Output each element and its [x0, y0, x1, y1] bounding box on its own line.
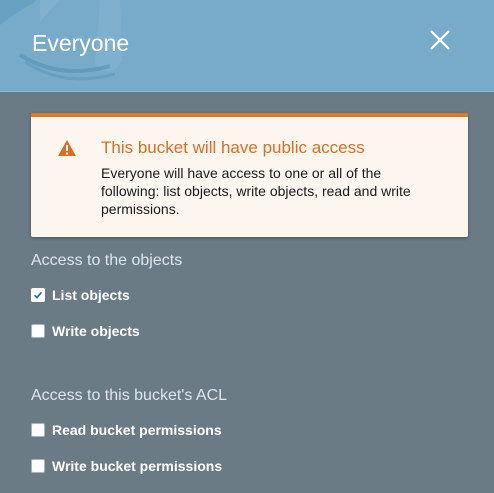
warning-title: This bucket will have public access — [101, 138, 365, 157]
dialog-title: Everyone — [32, 30, 130, 56]
write-objects-label: Write objects — [52, 323, 140, 339]
close-icon — [430, 30, 450, 50]
list-objects-label: List objects — [52, 287, 130, 303]
dialog-header: Everyone — [0, 0, 494, 92]
write-objects-checkbox[interactable] — [31, 324, 45, 338]
warning-message: Everyone will have access to one or all … — [101, 165, 411, 217]
list-objects-option[interactable]: List objects — [31, 286, 130, 304]
write-bucket-permissions-checkbox[interactable] — [31, 459, 45, 473]
write-bucket-permissions-label: Write bucket permissions — [52, 458, 223, 474]
close-button[interactable] — [426, 26, 454, 54]
read-bucket-permissions-label: Read bucket permissions — [52, 422, 222, 438]
checkmark-icon — [32, 289, 44, 301]
warning-triangle-icon — [58, 140, 76, 156]
list-objects-checkbox[interactable] — [31, 288, 45, 302]
public-access-warning: This bucket will have public access Ever… — [31, 113, 468, 237]
read-bucket-permissions-checkbox[interactable] — [31, 423, 45, 437]
read-bucket-permissions-option[interactable]: Read bucket permissions — [31, 421, 222, 439]
objects-section-heading: Access to the objects — [31, 252, 183, 269]
write-bucket-permissions-option[interactable]: Write bucket permissions — [31, 457, 222, 475]
write-objects-option[interactable]: Write objects — [31, 322, 140, 340]
acl-section-heading: Access to this bucket's ACL — [31, 387, 228, 404]
